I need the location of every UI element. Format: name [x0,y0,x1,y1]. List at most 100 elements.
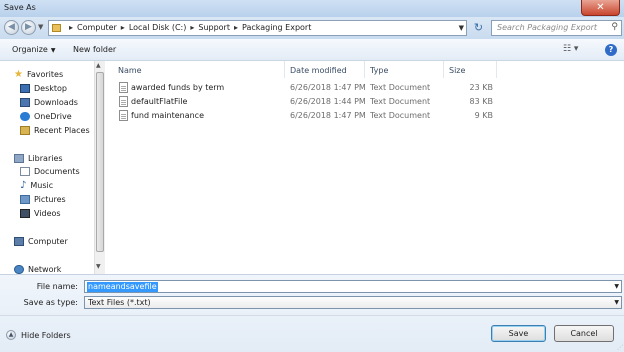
sidebar-item-videos[interactable]: Videos [20,207,61,219]
pictures-icon [20,194,30,204]
refresh-button[interactable]: ↻ [470,20,487,36]
forward-arrow-icon: ▶ [25,22,32,32]
recent-locations-dropdown-icon[interactable]: ▼ [38,23,43,31]
navigation-scrollbar[interactable]: ▲ ▼ [94,61,105,274]
sidebar-item-label: Network [28,264,62,274]
chevron-up-icon: ▲ [6,330,16,340]
file-size: 23 KB [469,83,493,92]
sidebar-item-music[interactable]: ♪ Music [20,179,53,191]
sidebar-item-computer[interactable]: Computer [14,235,68,247]
sidebar-item-label: Desktop [34,83,67,93]
chevron-down-icon[interactable]: ▼ [614,283,619,290]
save-button[interactable]: Save [491,325,546,342]
column-header-date[interactable]: Date modified [290,66,347,75]
file-date: 6/26/2018 1:44 PM [290,97,366,106]
file-type: Text Document [370,111,431,120]
search-icon: ⚲ [611,22,618,32]
organize-button[interactable]: Organize ▼ [12,45,55,54]
column-header-type[interactable]: Type [370,66,388,75]
close-button[interactable]: ✕ [581,0,620,16]
sidebar-item-pictures[interactable]: Pictures [20,193,66,205]
address-row: ◀ ▶ ▼ ▸ Computer ▸ Local Disk (C:) ▸ Sup… [0,17,624,39]
libraries-icon [14,153,24,163]
save-as-type-select[interactable]: Text Files (*.txt) ▼ [84,296,622,309]
table-row[interactable]: fund maintenance 6/26/2018 1:47 PM Text … [106,109,624,123]
file-date: 6/26/2018 1:47 PM [290,83,366,92]
column-divider[interactable] [364,61,365,78]
close-icon: ✕ [596,2,605,13]
downloads-icon [20,97,30,107]
star-icon: ★ [14,68,23,80]
scrollbar-thumb[interactable] [96,72,104,252]
scroll-up-icon[interactable]: ▲ [96,62,101,69]
navigation-pane: ★ Favorites Desktop Downloads OneDrive R… [0,61,94,274]
cancel-button[interactable]: Cancel [554,325,614,342]
breadcrumb-packaging-export[interactable]: Packaging Export [242,23,311,32]
file-name-label: File name: [36,282,78,291]
back-button[interactable]: ◀ [4,20,19,35]
hide-folders-button[interactable]: ▲ Hide Folders [6,330,71,340]
chevron-right-icon[interactable]: ▸ [69,23,73,32]
save-as-type-value: Text Files (*.txt) [88,298,151,307]
chevron-right-icon[interactable]: ▸ [190,23,194,32]
network-icon [14,264,24,274]
file-name-value[interactable]: nameandsavefile [87,282,158,292]
column-header-name[interactable]: Name [118,66,142,75]
desktop-icon [20,83,30,93]
file-size: 83 KB [469,97,493,106]
forward-button[interactable]: ▶ [21,20,36,35]
refresh-icon: ↻ [473,21,484,34]
sidebar-item-onedrive[interactable]: OneDrive [20,110,72,122]
file-name-field[interactable]: nameandsavefile ▼ [84,280,622,293]
sidebar-item-network[interactable]: Network [14,263,61,274]
sidebar-item-documents[interactable]: Documents [20,165,80,177]
table-row[interactable]: defaultFlatFile 6/26/2018 1:44 PM Text D… [106,95,624,109]
address-dropdown-icon[interactable]: ▼ [459,24,464,32]
search-input[interactable]: Search Packaging Export ⚲ [491,20,622,36]
new-folder-button[interactable]: New folder [73,45,116,54]
videos-icon [20,208,30,218]
sidebar-item-desktop[interactable]: Desktop [20,82,67,94]
resize-grip-icon[interactable]: ⋰ [617,344,623,351]
sidebar-item-label: Videos [34,208,61,218]
column-divider[interactable] [496,61,497,78]
chevron-right-icon[interactable]: ▸ [234,23,238,32]
sidebar-item-libraries[interactable]: Libraries [14,152,63,164]
save-as-type-label: Save as type: [23,298,78,307]
file-name: defaultFlatFile [131,97,188,106]
sidebar-item-favorites[interactable]: ★ Favorites [14,68,63,80]
sidebar-item-downloads[interactable]: Downloads [20,96,78,108]
sidebar-item-label: Computer [28,236,68,246]
breadcrumb-local-disk[interactable]: Local Disk (C:) [129,23,187,32]
chevron-right-icon[interactable]: ▸ [121,23,125,32]
breadcrumb-computer[interactable]: Computer [77,23,117,32]
window-title: Save As [4,3,36,12]
file-size: 9 KB [474,111,493,120]
address-bar[interactable]: ▸ Computer ▸ Local Disk (C:) ▸ Support ▸… [48,20,467,36]
sidebar-item-label: Downloads [34,97,78,107]
file-name: awarded funds by term [131,83,225,92]
command-toolbar: Organize ▼ New folder ☷ ▾ ? [0,39,624,61]
help-icon[interactable]: ? [605,44,617,56]
column-divider[interactable] [443,61,444,78]
organize-label: Organize [12,45,48,54]
file-type: Text Document [370,83,431,92]
column-divider[interactable] [284,61,285,78]
search-placeholder: Search Packaging Export [497,23,598,32]
column-header-size[interactable]: Size [449,66,465,75]
view-options-icon[interactable]: ☷ ▾ [563,44,578,54]
sidebar-item-recent-places[interactable]: Recent Places [20,124,90,136]
breadcrumb: ▸ Computer ▸ Local Disk (C:) ▸ Support ▸… [65,23,311,32]
sidebar-item-label: OneDrive [34,111,72,121]
documents-icon [20,166,30,176]
music-icon: ♪ [20,179,27,191]
chevron-down-icon: ▼ [50,47,56,54]
chevron-down-icon[interactable]: ▼ [614,299,619,306]
onedrive-icon [20,111,30,121]
file-type: Text Document [370,97,431,106]
file-date: 6/26/2018 1:47 PM [290,111,366,120]
scroll-down-icon[interactable]: ▼ [96,263,101,270]
breadcrumb-support[interactable]: Support [198,23,230,32]
hide-folders-label: Hide Folders [21,330,71,340]
table-row[interactable]: awarded funds by term 6/26/2018 1:47 PM … [106,81,624,95]
